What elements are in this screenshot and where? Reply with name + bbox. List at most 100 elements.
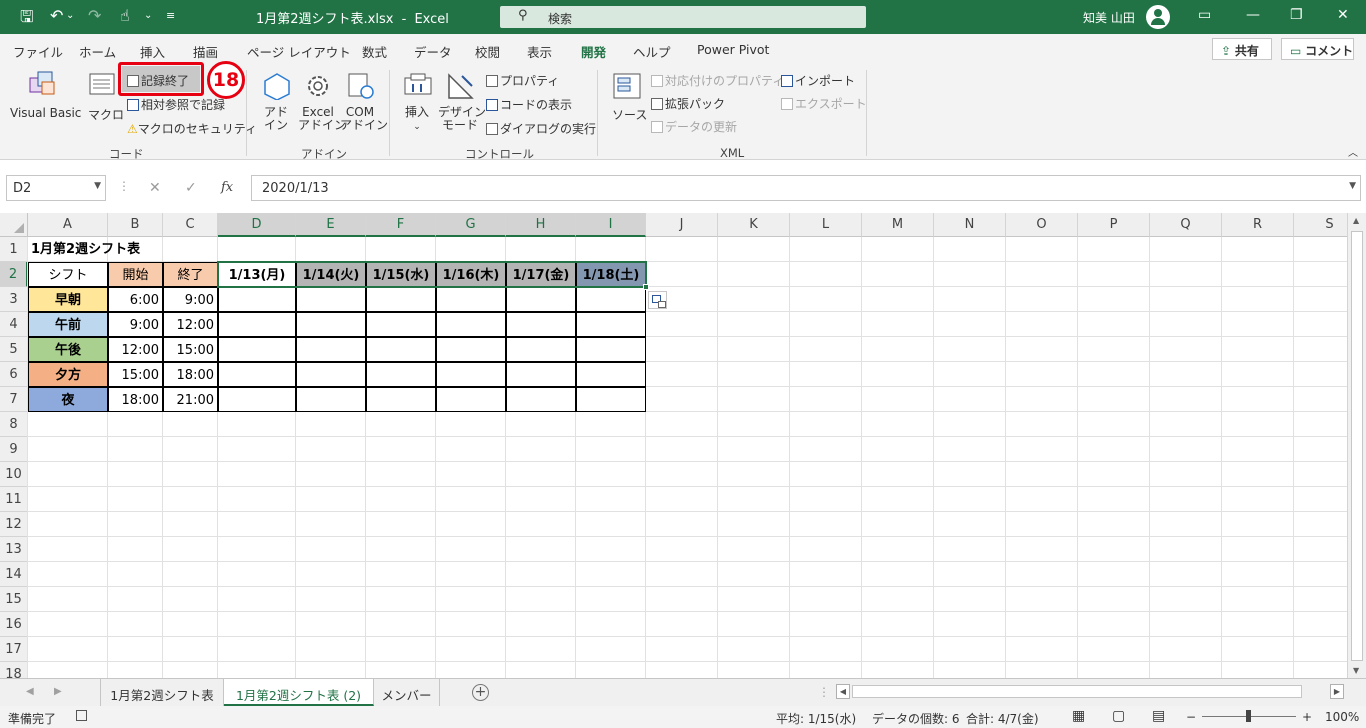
row-header-9[interactable]: 9 <box>0 437 28 462</box>
schedule-cell[interactable] <box>218 337 296 362</box>
horizontal-scrollbar[interactable]: ◀ ▶ <box>836 684 1346 700</box>
tab-formulas[interactable]: 数式 <box>362 42 387 61</box>
insert-function-icon[interactable]: fx <box>221 180 233 195</box>
schedule-cell[interactable] <box>576 312 646 337</box>
tab-home[interactable]: ホーム <box>79 42 116 61</box>
schedule-cell[interactable] <box>576 387 646 412</box>
add-sheet-button[interactable]: + <box>472 684 489 701</box>
column-header-h[interactable]: H <box>506 213 576 237</box>
page-layout-view-icon[interactable]: ▢ <box>1112 708 1125 724</box>
fill-handle[interactable] <box>643 284 649 290</box>
select-all-button[interactable] <box>0 213 28 237</box>
formula-input[interactable]: 2020/1/13 ▼ <box>251 175 1361 201</box>
schedule-cell[interactable] <box>436 337 506 362</box>
map-properties-button[interactable]: 対応付けのプロパティ <box>651 72 784 89</box>
schedule-cell[interactable] <box>366 362 436 387</box>
design-mode-button[interactable]: デザイン モード <box>438 106 486 132</box>
row-header-18[interactable]: 18 <box>0 662 28 678</box>
tab-file[interactable]: ファイル <box>13 42 63 61</box>
column-header-f[interactable]: F <box>366 213 436 237</box>
shift-end[interactable]: 18:00 <box>163 362 218 387</box>
column-header-a[interactable]: A <box>28 213 108 237</box>
worksheet-grid[interactable]: ABCDEFGHIJKLMNOPQRS 1 2 3 4 5 6 7 8 9 10 11 12 13 14 1… <box>0 213 1347 678</box>
insert-controls-button[interactable]: 挿入 ⌄ <box>403 106 431 134</box>
column-header-m[interactable]: M <box>862 213 934 237</box>
row-header-12[interactable]: 12 <box>0 512 28 537</box>
row-header-8[interactable]: 8 <box>0 412 28 437</box>
row-header-15[interactable]: 15 <box>0 587 28 612</box>
tab-draw[interactable]: 描画 <box>193 42 218 61</box>
schedule-cell[interactable] <box>436 287 506 312</box>
row-header-5[interactable]: 5 <box>0 337 28 362</box>
shift-name[interactable]: 夕方 <box>28 362 108 387</box>
shift-end[interactable]: 15:00 <box>163 337 218 362</box>
tab-insert[interactable]: 挿入 <box>140 42 165 61</box>
schedule-cell[interactable] <box>296 312 366 337</box>
com-addins-button[interactable]: COM アドイン <box>340 106 388 132</box>
xml-export-button[interactable]: エクスポート <box>781 95 867 112</box>
properties-button[interactable]: プロパティ <box>486 72 559 89</box>
shift-end[interactable]: 12:00 <box>163 312 218 337</box>
schedule-cell[interactable] <box>218 387 296 412</box>
schedule-cell[interactable] <box>506 362 576 387</box>
sheet-next-icon[interactable]: ▶ <box>54 686 62 697</box>
schedule-cell[interactable] <box>506 387 576 412</box>
header-end[interactable]: 終了 <box>163 262 218 287</box>
schedule-cell[interactable] <box>436 387 506 412</box>
avatar[interactable] <box>1146 5 1170 29</box>
shift-start[interactable]: 12:00 <box>108 337 163 362</box>
schedule-cell[interactable] <box>506 337 576 362</box>
chevron-down-icon[interactable]: ▼ <box>1349 181 1356 191</box>
customize-qat-icon[interactable]: ≡ <box>166 9 175 22</box>
undo-icon[interactable]: ↶ <box>50 6 63 25</box>
save-icon[interactable]: 🖫 <box>20 6 34 33</box>
column-header-k[interactable]: K <box>718 213 790 237</box>
zoom-level[interactable]: 100% <box>1325 710 1359 724</box>
shift-start[interactable]: 6:00 <box>108 287 163 312</box>
schedule-cell[interactable] <box>366 387 436 412</box>
shift-name[interactable]: 夜 <box>28 387 108 412</box>
tab-review[interactable]: 校閲 <box>475 42 500 61</box>
scroll-up-icon[interactable]: ▲ <box>1353 216 1359 225</box>
date-header[interactable]: 1/16(木) <box>436 262 506 287</box>
schedule-cell[interactable] <box>366 312 436 337</box>
date-header[interactable]: 1/18(土) <box>576 262 646 287</box>
column-header-c[interactable]: C <box>163 213 218 237</box>
schedule-cell[interactable] <box>296 362 366 387</box>
horizontal-scroll-thumb[interactable] <box>852 685 1302 698</box>
sheet-tab-shift-2[interactable]: 1月第2週シフト表 (2) <box>224 679 374 706</box>
schedule-cell[interactable] <box>366 287 436 312</box>
restore-icon[interactable]: ❐ <box>1290 7 1303 23</box>
row-header-10[interactable]: 10 <box>0 462 28 487</box>
cancel-icon[interactable]: ✕ <box>149 180 161 196</box>
refresh-data-button[interactable]: データの更新 <box>651 118 737 135</box>
tab-page-layout[interactable]: ページ レイアウト <box>247 42 351 61</box>
schedule-cell[interactable] <box>576 287 646 312</box>
schedule-cell[interactable] <box>218 362 296 387</box>
schedule-cell[interactable] <box>436 362 506 387</box>
row-header-11[interactable]: 11 <box>0 487 28 512</box>
excel-addins-button[interactable]: Excel アドイン <box>298 106 346 132</box>
tab-split-grip-icon[interactable]: ⋮ <box>818 685 830 699</box>
row-header-13[interactable]: 13 <box>0 537 28 562</box>
sheet-title[interactable]: 1月第2週シフト表 <box>28 237 228 262</box>
shift-end[interactable]: 21:00 <box>163 387 218 412</box>
vertical-scroll-thumb[interactable] <box>1351 231 1363 661</box>
row-header-2[interactable]: 2 <box>0 262 28 287</box>
date-header[interactable]: 1/17(金) <box>506 262 576 287</box>
normal-view-icon[interactable]: ▦ <box>1072 708 1085 724</box>
shift-start[interactable]: 18:00 <box>108 387 163 412</box>
column-header-o[interactable]: O <box>1006 213 1078 237</box>
row-header-3[interactable]: 3 <box>0 287 28 312</box>
shift-name[interactable]: 午前 <box>28 312 108 337</box>
header-start[interactable]: 開始 <box>108 262 163 287</box>
schedule-cell[interactable] <box>366 337 436 362</box>
row-header-17[interactable]: 17 <box>0 637 28 662</box>
tab-help[interactable]: ヘルプ <box>633 42 671 61</box>
row-header-16[interactable]: 16 <box>0 612 28 637</box>
schedule-cell[interactable] <box>576 362 646 387</box>
close-icon[interactable]: ✕ <box>1337 7 1349 23</box>
tab-power-pivot[interactable]: Power Pivot <box>697 42 769 57</box>
undo-dropdown-icon[interactable]: ⌄ <box>66 10 74 21</box>
schedule-cell[interactable] <box>296 387 366 412</box>
